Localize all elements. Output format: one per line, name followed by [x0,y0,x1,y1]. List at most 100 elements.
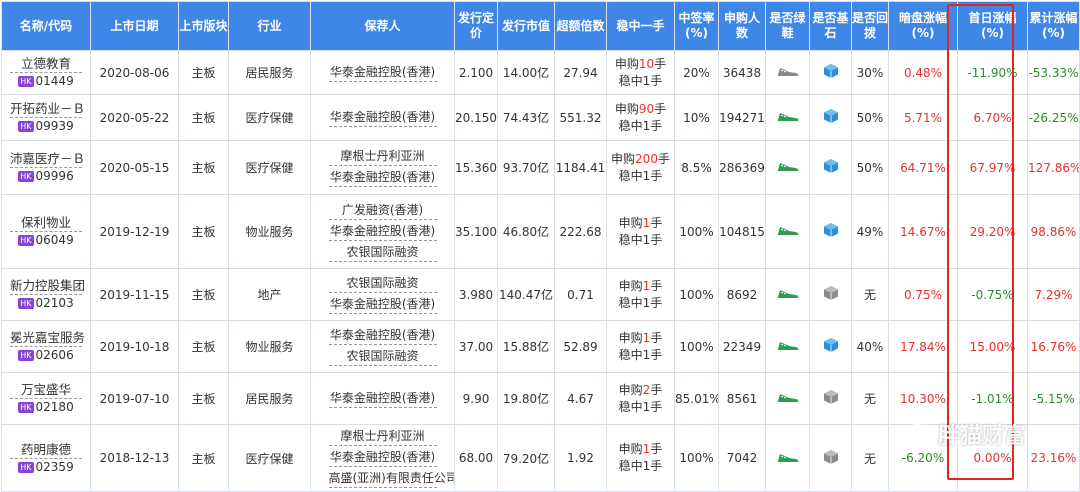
table-row[interactable]: 开拓药业－Ｂ HK 09939 2020-05-22 主板 医疗保健 华泰金融控股(香港) 2… [1,94,1080,141]
industry: 物业服务 [228,320,311,373]
sponsor-link[interactable]: 华泰金融控股(香港) [328,223,437,241]
lot-suffix: 手 [654,101,667,116]
table-row[interactable]: 冕光嘉宝服务 HK 02606 2019-10-18 主板 物业服务 华泰金融控股(香港) 农… [1,320,1080,373]
watermark: 胖猫财富 [906,418,1026,450]
header-lot: 稳中一手 [606,1,675,51]
stock-name-cell: 立德教育 HK 01449 [1,50,91,95]
lot-line-1: 申购1手 [608,215,674,232]
lot-line-1: 申购200手 [608,151,674,168]
shoe-gray-icon [776,65,800,77]
hk-badge: HK [18,461,34,473]
hk-badge: HK [18,235,34,246]
cube-blue-icon [823,222,839,238]
greenshoe-cell [765,424,810,492]
clawback: 50% [851,140,889,195]
stock-code-line: HK 02359 [3,459,90,476]
table-row[interactable]: 万宝盛华 HK 02180 2019-07-10 主板 居民服务 华泰金融控股(香港) 9.9… [1,372,1080,425]
sponsor-link[interactable]: 华泰金融控股(香港) [328,109,437,127]
header-price: 发行定价 [454,1,498,51]
guaranteed-lot-cell: 申购1手 稳中1手 [606,424,675,492]
listing-board: 主板 [178,94,229,141]
table-row[interactable]: 保利物业 HK 06049 2019-12-19 主板 物业服务 广发融资(香港) 华泰金融控… [1,194,1080,269]
oversubscription: 0.71 [554,268,607,321]
win-rate: 100% [674,424,719,492]
sponsor-link[interactable]: 华泰金融控股(香港) [328,327,437,345]
sponsor-link[interactable]: 农银国际融资 [328,348,437,366]
lot-line-2: 稳中1手 [618,347,663,362]
win-rate: 100% [674,268,719,321]
stock-code-line: HK 02103 [3,295,90,312]
watermark-text: 胖猫财富 [938,424,1027,449]
listing-date: 2018-12-13 [90,424,179,492]
sponsor-link[interactable]: 华泰金融控股(香港) [328,449,437,467]
stock-code-line: HK 09939 [3,118,90,135]
listing-board: 主板 [178,268,229,321]
stock-name-cell: 新力控股集团 HK 02103 [1,268,91,321]
industry: 医疗保健 [228,140,311,195]
lot-line-2: 稳中1手 [618,118,663,133]
sponsor-link[interactable]: 广发融资(香港) [328,202,437,220]
win-rate: 100% [674,194,719,269]
lot-line-1: 申购90手 [608,101,674,118]
table-row[interactable]: 沛嘉医疗－Ｂ HK 09996 2020-05-15 主板 医疗保健 摩根士丹利亚洲 华泰金融… [1,140,1080,195]
guaranteed-lot-cell: 申购1手 稳中1手 [606,320,675,373]
stock-name-link[interactable]: 冕光嘉宝服务 [10,329,85,347]
hk-badge: HK [18,121,34,132]
stock-code: 02359 [35,459,74,474]
stock-name-link[interactable]: 立德教育 [10,55,82,73]
header-grey: 暗盘涨幅(%) [888,1,958,51]
lot-number: 200 [635,151,658,166]
lot-line-2: 稳中1手 [618,399,663,414]
first-day-change: 67.97% [957,140,1028,195]
stock-name-link[interactable]: 万宝盛华 [10,381,82,399]
stock-name-link[interactable]: 沛嘉医疗－Ｂ [10,150,85,168]
sponsors-cell: 华泰金融控股(香港) [310,372,455,425]
applicants: 194271 [718,94,766,141]
sponsor-link[interactable]: 高盛(亚洲)有限责任公司 [328,470,454,488]
issue-market-cap: 140.47亿 [497,268,555,321]
sponsor-link[interactable]: 农银国际融资 [328,244,437,262]
sponsor-link[interactable]: 农银国际融资 [328,275,437,293]
lot-line-2: 稳中1手 [618,232,663,247]
lot-suffix: 手 [657,151,670,166]
industry: 医疗保健 [228,424,311,492]
stock-code: 02103 [35,296,74,310]
cornerstone-cell [809,268,852,321]
listing-board: 主板 [178,50,229,95]
header-applicants: 申购人数 [718,1,766,51]
stock-name-link[interactable]: 开拓药业－Ｂ [10,100,85,118]
stock-name-cell: 开拓药业－Ｂ HK 09939 [1,94,91,141]
stock-name-cell: 药明康德 HK 02359 [1,424,91,492]
clawback: 无 [851,372,889,425]
sponsor-link[interactable]: 华泰金融控股(香港) [328,169,437,187]
issue-market-cap: 19.80亿 [497,372,555,425]
header-greenshoe: 是否绿鞋 [765,1,810,51]
stock-name-link[interactable]: 新力控股集团 [10,277,85,295]
sponsor-link[interactable]: 华泰金融控股(香港) [328,296,437,314]
lot-line-2: 稳中1手 [618,459,663,473]
stock-name-link[interactable]: 保利物业 [10,214,82,232]
header-name: 名称/代码 [1,1,91,51]
issue-price: 15.360 [454,140,498,195]
greenshoe-cell [765,50,810,95]
clawback: 无 [851,268,889,321]
table-row[interactable]: 新力控股集团 HK 02103 2019-11-15 主板 地产 农银国际融资 华泰金融控股(… [1,268,1080,321]
stock-code: 01449 [35,74,74,88]
oversubscription: 4.67 [554,372,607,425]
sponsor-link[interactable]: 华泰金融控股(香港) [328,64,437,82]
sponsor-link[interactable]: 摩根士丹利亚洲 [328,148,437,166]
first-day-change: 15.00% [957,320,1028,373]
sponsor-link[interactable]: 摩根士丹利亚洲 [328,428,437,446]
header-board: 上市版块 [178,1,229,51]
lot-prefix: 申购 [611,151,636,166]
stock-name-cell: 冕光嘉宝服务 HK 02606 [1,320,91,373]
stock-code-line: HK 02180 [3,399,90,416]
stock-name-link[interactable]: 药明康德 [10,441,82,459]
clawback: 40% [851,320,889,373]
table-row[interactable]: 立德教育 HK 01449 2020-08-06 主板 居民服务 华泰金融控股(香港) 2.1… [1,50,1080,95]
applicants: 7042 [718,424,766,492]
lot-prefix: 申购 [614,56,639,71]
issue-market-cap: 15.88亿 [497,320,555,373]
cumulative-change: -26.25% [1027,94,1080,141]
sponsor-link[interactable]: 华泰金融控股(香港) [328,390,437,408]
